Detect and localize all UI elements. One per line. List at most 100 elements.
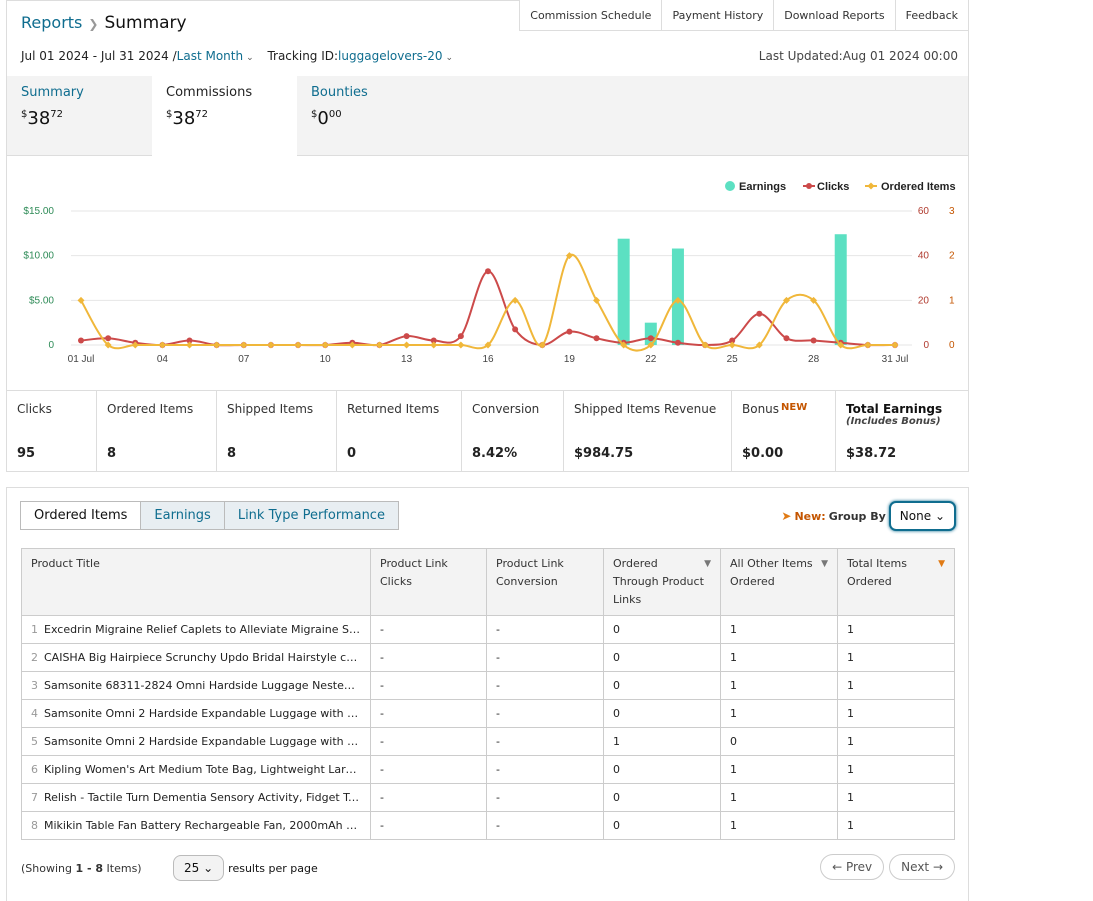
metric-value: $0.00: [742, 446, 784, 461]
cell-total: 1: [837, 671, 955, 700]
product-title-link[interactable]: CAISHA Big Hairpiece Scrunchy Updo Brida…: [44, 651, 370, 664]
ordered-items-point: [430, 341, 438, 349]
cell-all-other: 1: [720, 615, 838, 644]
cell-total: 1: [837, 643, 955, 672]
x-axis-tick: 07: [238, 354, 250, 365]
ordered-items-table: Product Title Product Link Clicks Produc…: [21, 548, 955, 840]
clicks-point: [810, 337, 817, 344]
ordered-items-point: [457, 341, 465, 349]
tab-commissions[interactable]: Commissions $3872: [152, 76, 297, 158]
tab-ordered-items[interactable]: Ordered Items: [20, 501, 142, 530]
product-title-link[interactable]: Samsonite Omni 2 Hardside Expandable Lug…: [44, 707, 370, 720]
date-preset-dropdown[interactable]: Last Month ⌄: [177, 49, 254, 63]
cell-total: 1: [837, 755, 955, 784]
cell-product-title: 5 Samsonite Omni 2 Hardside Expandable Lu…: [21, 727, 371, 756]
metric-shipped-revenue: Shipped Items Revenue $984.75: [564, 391, 732, 472]
clicks-line: [80, 270, 896, 347]
prev-button[interactable]: ← Prev: [820, 854, 885, 880]
col-product-title[interactable]: Product Title: [21, 548, 371, 616]
clicks-point: [593, 335, 600, 342]
product-title-link[interactable]: Kipling Women's Art Medium Tote Bag, Lig…: [44, 763, 370, 776]
row-index: 8: [31, 819, 38, 832]
sort-arrow-icon[interactable]: ▼: [938, 555, 945, 573]
table-row: 7 Relish - Tactile Turn Dementia Sensory …: [21, 783, 955, 812]
earnings-axis-tick: 0: [48, 340, 54, 351]
breadcrumb-reports-link[interactable]: Reports: [21, 13, 82, 32]
product-title-link[interactable]: Relish - Tactile Turn Dementia Sensory A…: [44, 791, 370, 804]
cell-all-other: 1: [720, 811, 838, 840]
metric-conversion: Conversion 8.42%: [462, 391, 564, 472]
cell-product-link-clicks: -: [370, 727, 487, 756]
metric-label: Shipped Items Revenue: [574, 402, 717, 416]
cell-product-title: 7 Relish - Tactile Turn Dementia Sensory …: [21, 783, 371, 812]
chevron-right-icon: ❯: [88, 17, 99, 31]
clicks-point: [105, 335, 112, 342]
next-button[interactable]: Next →: [889, 854, 955, 880]
col-product-link-clicks[interactable]: Product Link Clicks: [370, 548, 487, 616]
group-by-label: Group By: [828, 509, 886, 523]
tab-summary-label: Summary: [21, 85, 84, 100]
summary-panel: Reports ❯ Summary Commission Schedule Paym…: [6, 0, 969, 472]
tab-bounties[interactable]: Bounties $000: [297, 76, 442, 156]
col-total-items-ordered[interactable]: ▼ Total Items Ordered: [837, 548, 955, 616]
table-row: 6 Kipling Women's Art Medium Tote Bag, Li…: [21, 755, 955, 784]
tab-summary[interactable]: Summary $3872: [7, 76, 152, 156]
cell-ordered-through: 1: [603, 727, 721, 756]
product-title-link[interactable]: Excedrin Migraine Relief Caplets to Alle…: [44, 623, 370, 636]
nav-download-reports[interactable]: Download Reports: [773, 0, 896, 31]
row-index: 6: [31, 763, 38, 776]
cell-all-other: 1: [720, 671, 838, 700]
clicks-axis-tick: 20: [918, 295, 930, 306]
col-all-other-items[interactable]: ▼ All Other Items Ordered: [720, 548, 838, 616]
earnings-axis-tick: $10.00: [23, 251, 54, 262]
cell-product-link-clicks: -: [370, 671, 487, 700]
row-index: 7: [31, 791, 38, 804]
cell-product-title: 4 Samsonite Omni 2 Hardside Expandable Lu…: [21, 699, 371, 728]
product-title-link[interactable]: Samsonite Omni 2 Hardside Expandable Lug…: [44, 735, 370, 748]
date-preset-label: Last Month: [176, 49, 244, 63]
sort-arrow-icon[interactable]: ▼: [704, 555, 711, 573]
new-badge: NEW: [781, 402, 808, 413]
ordered-items-point: [321, 341, 329, 349]
cell-product-link-clicks: -: [370, 615, 487, 644]
last-updated: Last Updated:Aug 01 2024 00:00: [758, 49, 958, 63]
earnings-bar: [617, 238, 630, 345]
cell-ordered-through: 0: [603, 783, 721, 812]
group-by-select[interactable]: None ⌄: [888, 501, 956, 531]
product-title-link[interactable]: Mikikin Table Fan Battery Rechargeable F…: [44, 819, 370, 832]
metric-value: $984.75: [574, 446, 634, 461]
col-ordered-through-links[interactable]: ▼ Ordered Through Product Links: [603, 548, 721, 616]
sort-arrow-icon[interactable]: ▼: [821, 555, 828, 573]
date-range-text: Jul 01 2024 - Jul 31 2024 /: [21, 49, 177, 63]
product-title-link[interactable]: Samsonite 68311-2824 Omni Hardside Lugga…: [44, 679, 370, 692]
col-product-link-conversion[interactable]: Product Link Conversion: [486, 548, 604, 616]
cell-product-link-clicks: -: [370, 811, 487, 840]
cell-total: 1: [837, 699, 955, 728]
metric-value: 0: [347, 446, 357, 461]
nav-payment-history[interactable]: Payment History: [661, 0, 775, 31]
table-row: 3 Samsonite 68311-2824 Omni Hardside Lugg…: [21, 671, 955, 700]
tab-earnings[interactable]: Earnings: [140, 501, 225, 530]
tab-link-type-performance[interactable]: Link Type Performance: [223, 501, 399, 530]
nav-feedback[interactable]: Feedback: [894, 0, 969, 31]
metric-label: Total Earnings: [846, 402, 943, 416]
chevron-down-icon: ⌄: [203, 861, 214, 875]
nav-commission-schedule[interactable]: Commission Schedule: [519, 0, 663, 31]
x-axis-tick: 13: [401, 354, 413, 365]
tab-bounties-label: Bounties: [311, 85, 368, 100]
table-row: 8 Mikikin Table Fan Battery Rechargeable …: [21, 811, 955, 840]
tracking-id-dropdown[interactable]: luggagelovers-20 ⌄: [338, 49, 453, 63]
metric-total-earnings: Total Earnings (Includes Bonus) $38.72: [836, 391, 968, 472]
report-tabs: Ordered Items Earnings Link Type Perform…: [20, 501, 399, 530]
earnings-bar: [834, 234, 847, 345]
row-index: 5: [31, 735, 38, 748]
ordered-axis-tick: 1: [949, 295, 955, 306]
cell-all-other: 1: [720, 643, 838, 672]
ordered-axis-tick: 2: [949, 251, 955, 262]
cell-all-other: 0: [720, 727, 838, 756]
cell-product-title: 3 Samsonite 68311-2824 Omni Hardside Lugg…: [21, 671, 371, 700]
per-page-select[interactable]: 25 ⌄: [173, 855, 225, 881]
earnings-axis-tick: $15.00: [23, 206, 54, 217]
metric-returned-items: Returned Items 0: [337, 391, 462, 472]
legend-earnings-swatch[interactable]: [725, 181, 735, 191]
